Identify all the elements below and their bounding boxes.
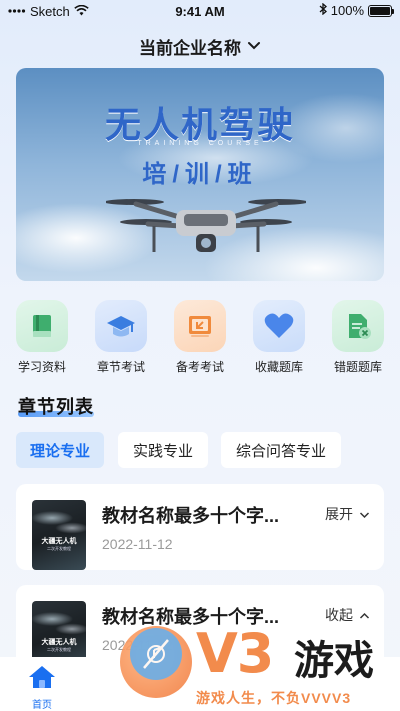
watermark-brand: V3 (196, 622, 274, 685)
cover-subtitle: 二次开发教程 (47, 546, 71, 551)
home-icon (20, 665, 64, 694)
tab-comprehensive-qa[interactable]: 综合问答专业 (221, 432, 341, 468)
music-disc-icon (130, 628, 182, 680)
menu-label: 错题题库 (333, 360, 382, 374)
expand-toggle[interactable]: 展开 (325, 504, 370, 524)
textbook-cover: 大疆无人机 二次开发教程 (32, 500, 86, 570)
nav-home-label: 首页 (32, 700, 52, 711)
watermark-slogan: 游戏人生，不负VVVV3 (196, 690, 352, 706)
textbook-title: 教材名称最多十个字... (102, 506, 280, 526)
heart-icon (253, 300, 305, 352)
banner-subtitle: 培/训/班 (142, 161, 258, 188)
menu-label: 章节考试 (96, 360, 145, 374)
v3-watermark: V3 游戏 游戏人生，不负VVVV3 (110, 618, 400, 711)
menu-item-favorites[interactable]: 收藏题库 (241, 300, 317, 375)
section-title: 章节列表 (18, 397, 94, 417)
watermark-brand-cn: 游戏 (294, 639, 374, 683)
textbook-date: 2022-11-12 (102, 536, 173, 552)
menu-label: 备考考试 (175, 360, 224, 374)
menu-item-study-material[interactable]: 学习资料 (4, 300, 80, 375)
promo-banner[interactable]: 无人机驾驶 TRAINING COURSE 培/训/班 (16, 68, 384, 281)
status-bar: Sketch 9:41 AM 100% (0, 0, 400, 24)
bluetooth-icon (319, 2, 327, 18)
banner-subtitle-en: TRAINING COURSE (137, 140, 263, 147)
expand-label: 展开 (325, 506, 353, 522)
wrong-doc-icon (332, 300, 384, 352)
quick-menu: 学习资料 章节考试 备考考试 收藏题库 错题题库 (0, 300, 400, 380)
drone-illustration (106, 199, 306, 252)
menu-item-prep-exam[interactable]: 备考考试 (162, 300, 238, 375)
battery-fill (370, 6, 390, 15)
cover-title: 大疆无人机 (41, 538, 77, 545)
menu-label: 学习资料 (17, 360, 66, 374)
book-icon (16, 300, 68, 352)
cover-title: 大疆无人机 (41, 639, 77, 646)
cover-wave (32, 601, 86, 641)
chapter-card[interactable]: 大疆无人机 二次开发教程 教材名称最多十个字... 2022-11-12 展开 (16, 484, 384, 570)
menu-item-chapter-exam[interactable]: 章节考试 (83, 300, 159, 375)
menu-label: 收藏题库 (254, 360, 303, 374)
battery-percent: 100% (330, 3, 364, 18)
nav-home[interactable]: 首页 (20, 665, 64, 711)
status-right: 100% (319, 2, 394, 18)
battery-icon (368, 4, 394, 17)
chevron-down-icon (247, 36, 261, 56)
cover-wave (32, 500, 86, 540)
company-selector[interactable]: 当前企业名称 (0, 32, 400, 60)
graduation-cap-icon (95, 300, 147, 352)
export-board-icon (174, 300, 226, 352)
company-name: 当前企业名称 (139, 38, 241, 58)
chevron-down-icon (359, 506, 370, 522)
cover-subtitle: 二次开发教程 (47, 647, 71, 652)
menu-item-wrong-questions[interactable]: 错题题库 (320, 300, 396, 375)
tab-practice[interactable]: 实践专业 (118, 432, 208, 468)
tab-theory[interactable]: 理论专业 (16, 432, 104, 468)
